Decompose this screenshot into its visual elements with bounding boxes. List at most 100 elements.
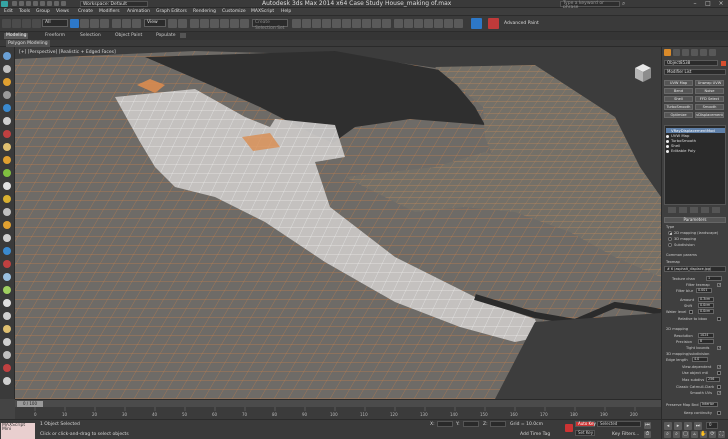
maximize-button[interactable]: □ bbox=[703, 1, 713, 7]
container-icon[interactable] bbox=[3, 52, 11, 60]
texmap-button[interactable]: # 6 (asphalt_displace.jpg) bbox=[664, 266, 726, 272]
select-manipulate-button[interactable] bbox=[178, 19, 187, 28]
spinner-snap-button[interactable] bbox=[230, 19, 239, 28]
pin-stack-icon[interactable] bbox=[668, 207, 676, 213]
move-button[interactable] bbox=[112, 19, 121, 28]
resolution-spinner[interactable]: 1024 bbox=[698, 333, 714, 338]
hierarchy-tab-icon[interactable] bbox=[682, 49, 689, 56]
bomb-icon[interactable] bbox=[3, 260, 11, 268]
vray-lights-button[interactable] bbox=[414, 19, 423, 28]
display-tab-icon[interactable] bbox=[700, 49, 707, 56]
camera-icon[interactable] bbox=[3, 91, 11, 99]
keyboard-shortcut-button[interactable] bbox=[190, 19, 199, 28]
vray-light-icon[interactable] bbox=[3, 247, 11, 255]
zoom-all-icon[interactable]: ⌕ bbox=[673, 431, 680, 438]
tab-modeling[interactable]: Modeling bbox=[4, 33, 29, 39]
ribbon-options-icon[interactable] bbox=[180, 33, 186, 38]
radio-2d-mapping[interactable] bbox=[668, 231, 672, 235]
named-selection-sets[interactable]: Create Selection Set bbox=[252, 19, 288, 31]
help-search-input[interactable]: Type a keyword or phrase bbox=[560, 1, 620, 10]
light-icon[interactable] bbox=[3, 78, 11, 86]
pivot-center-button[interactable] bbox=[168, 19, 177, 28]
parameters-rollout-header[interactable]: Parameters bbox=[664, 217, 726, 223]
omni-light-icon[interactable] bbox=[3, 221, 11, 229]
material-editor-button[interactable] bbox=[352, 19, 361, 28]
fur-icon[interactable] bbox=[3, 338, 11, 346]
link-button[interactable] bbox=[22, 19, 31, 28]
new-file-icon[interactable] bbox=[12, 1, 17, 6]
pan-icon[interactable]: ✋ bbox=[700, 431, 707, 438]
vray-sphere-button[interactable] bbox=[444, 19, 453, 28]
tape-icon[interactable] bbox=[3, 312, 11, 320]
bulb-icon[interactable] bbox=[666, 135, 669, 138]
hold-icon[interactable] bbox=[47, 1, 52, 6]
object-color-swatch[interactable] bbox=[721, 61, 726, 66]
key-mode-icon[interactable] bbox=[565, 424, 573, 432]
prev-frame-icon[interactable]: ◂ bbox=[664, 422, 672, 430]
amount-spinner[interactable]: 0.3cm bbox=[698, 297, 714, 302]
noise-button[interactable]: Noise bbox=[695, 88, 724, 94]
vray-proxy-button[interactable] bbox=[434, 19, 443, 28]
menu-create[interactable]: Create bbox=[78, 8, 93, 15]
plane-icon[interactable] bbox=[3, 182, 11, 190]
use-object-mtl-checkbox[interactable] bbox=[717, 371, 721, 375]
fov-icon[interactable]: ▵ bbox=[691, 431, 698, 438]
layer-manager-button[interactable] bbox=[312, 19, 321, 28]
align-button[interactable] bbox=[302, 19, 311, 28]
smooth-uvs-checkbox[interactable] bbox=[717, 390, 721, 395]
redo-button[interactable] bbox=[12, 19, 21, 28]
preserve-map-bnd-dropdown[interactable]: Interior bbox=[700, 402, 718, 407]
orbit-icon[interactable]: ⟳ bbox=[709, 431, 716, 438]
tab-freeform[interactable]: Freeform bbox=[43, 33, 67, 39]
undo-button[interactable] bbox=[2, 19, 11, 28]
bulb-icon[interactable] bbox=[666, 150, 669, 153]
viewcube-icon[interactable] bbox=[633, 62, 653, 84]
tight-bounds-checkbox[interactable] bbox=[717, 345, 721, 350]
scatter-icon[interactable] bbox=[3, 325, 11, 333]
menu-graph-editors[interactable]: Graph Editors bbox=[156, 8, 187, 15]
menu-views[interactable]: Views bbox=[56, 8, 69, 15]
snap-toggle-button[interactable] bbox=[200, 19, 209, 28]
max-subdivs-spinner[interactable]: 256 bbox=[706, 377, 720, 382]
set-key-button[interactable]: Set Key bbox=[575, 430, 595, 436]
modifier-list-dropdown[interactable]: Modifier List bbox=[664, 69, 726, 75]
tree-icon[interactable] bbox=[3, 286, 11, 294]
mesh-render[interactable] bbox=[15, 47, 661, 399]
named-selection-edit-button[interactable] bbox=[240, 19, 249, 28]
foliage-icon[interactable] bbox=[3, 169, 11, 177]
workspace-selector[interactable]: Workspace: Default bbox=[80, 1, 148, 7]
box-icon[interactable] bbox=[3, 195, 11, 203]
turbosmooth-button[interactable]: TurboSmooth bbox=[664, 104, 693, 110]
select-by-name-button[interactable] bbox=[80, 19, 89, 28]
menu-maxscript[interactable]: MAXScript bbox=[251, 8, 274, 15]
open-file-icon[interactable] bbox=[19, 1, 24, 6]
grid-icon[interactable] bbox=[3, 377, 11, 385]
maximize-viewport-icon[interactable]: ⛶ bbox=[718, 431, 725, 438]
zoom-extents-icon[interactable]: ▢ bbox=[682, 431, 689, 438]
percent-snap-button[interactable] bbox=[220, 19, 229, 28]
motion-tab-icon[interactable] bbox=[691, 49, 698, 56]
keep-continuity-checkbox[interactable] bbox=[717, 411, 721, 415]
texture-chan-spinner[interactable]: 1 bbox=[706, 276, 722, 281]
teapot-icon[interactable] bbox=[3, 208, 11, 216]
show-end-result-icon[interactable] bbox=[679, 207, 687, 213]
viewport-label[interactable]: [+] [Perspective] [Realistic + Edged Fac… bbox=[19, 50, 116, 55]
app-logo-icon[interactable] bbox=[1, 1, 8, 7]
polygon-modeling-label[interactable]: Polygon Modeling bbox=[6, 40, 50, 47]
folder-icon[interactable] bbox=[3, 143, 11, 151]
rect-selection-button[interactable] bbox=[90, 19, 99, 28]
vdisplacement-button[interactable]: vDisplacement bbox=[695, 112, 724, 118]
render-production-button[interactable] bbox=[382, 19, 391, 28]
angle-snap-button[interactable] bbox=[210, 19, 219, 28]
menu-help[interactable]: Help bbox=[281, 8, 291, 15]
render-icon[interactable] bbox=[3, 364, 11, 372]
uvw-map-button[interactable]: UVW Map bbox=[664, 80, 693, 86]
configure-sets-icon[interactable] bbox=[712, 207, 720, 213]
modify-tab-icon[interactable] bbox=[673, 49, 680, 56]
view-dependent-checkbox[interactable] bbox=[717, 364, 721, 369]
modifier-stack[interactable]: VRayDisplacementMod UVW Map TurboSmooth … bbox=[664, 125, 726, 205]
perspective-viewport[interactable]: [+] [Perspective] [Realistic + Edged Fac… bbox=[15, 47, 661, 399]
menu-modifiers[interactable]: Modifiers bbox=[99, 8, 120, 15]
vray-material-button[interactable] bbox=[424, 19, 433, 28]
shell-button[interactable]: Shell bbox=[664, 96, 693, 102]
